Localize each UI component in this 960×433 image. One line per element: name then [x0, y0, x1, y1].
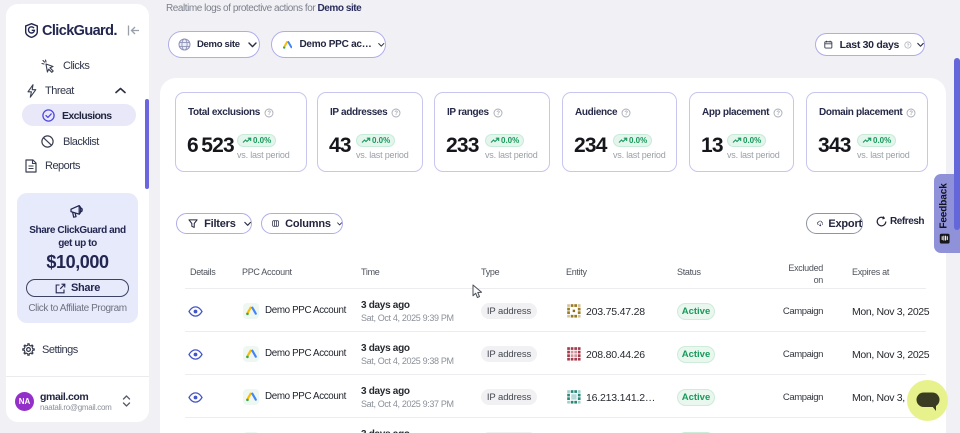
svg-text:?: ?: [907, 42, 910, 47]
